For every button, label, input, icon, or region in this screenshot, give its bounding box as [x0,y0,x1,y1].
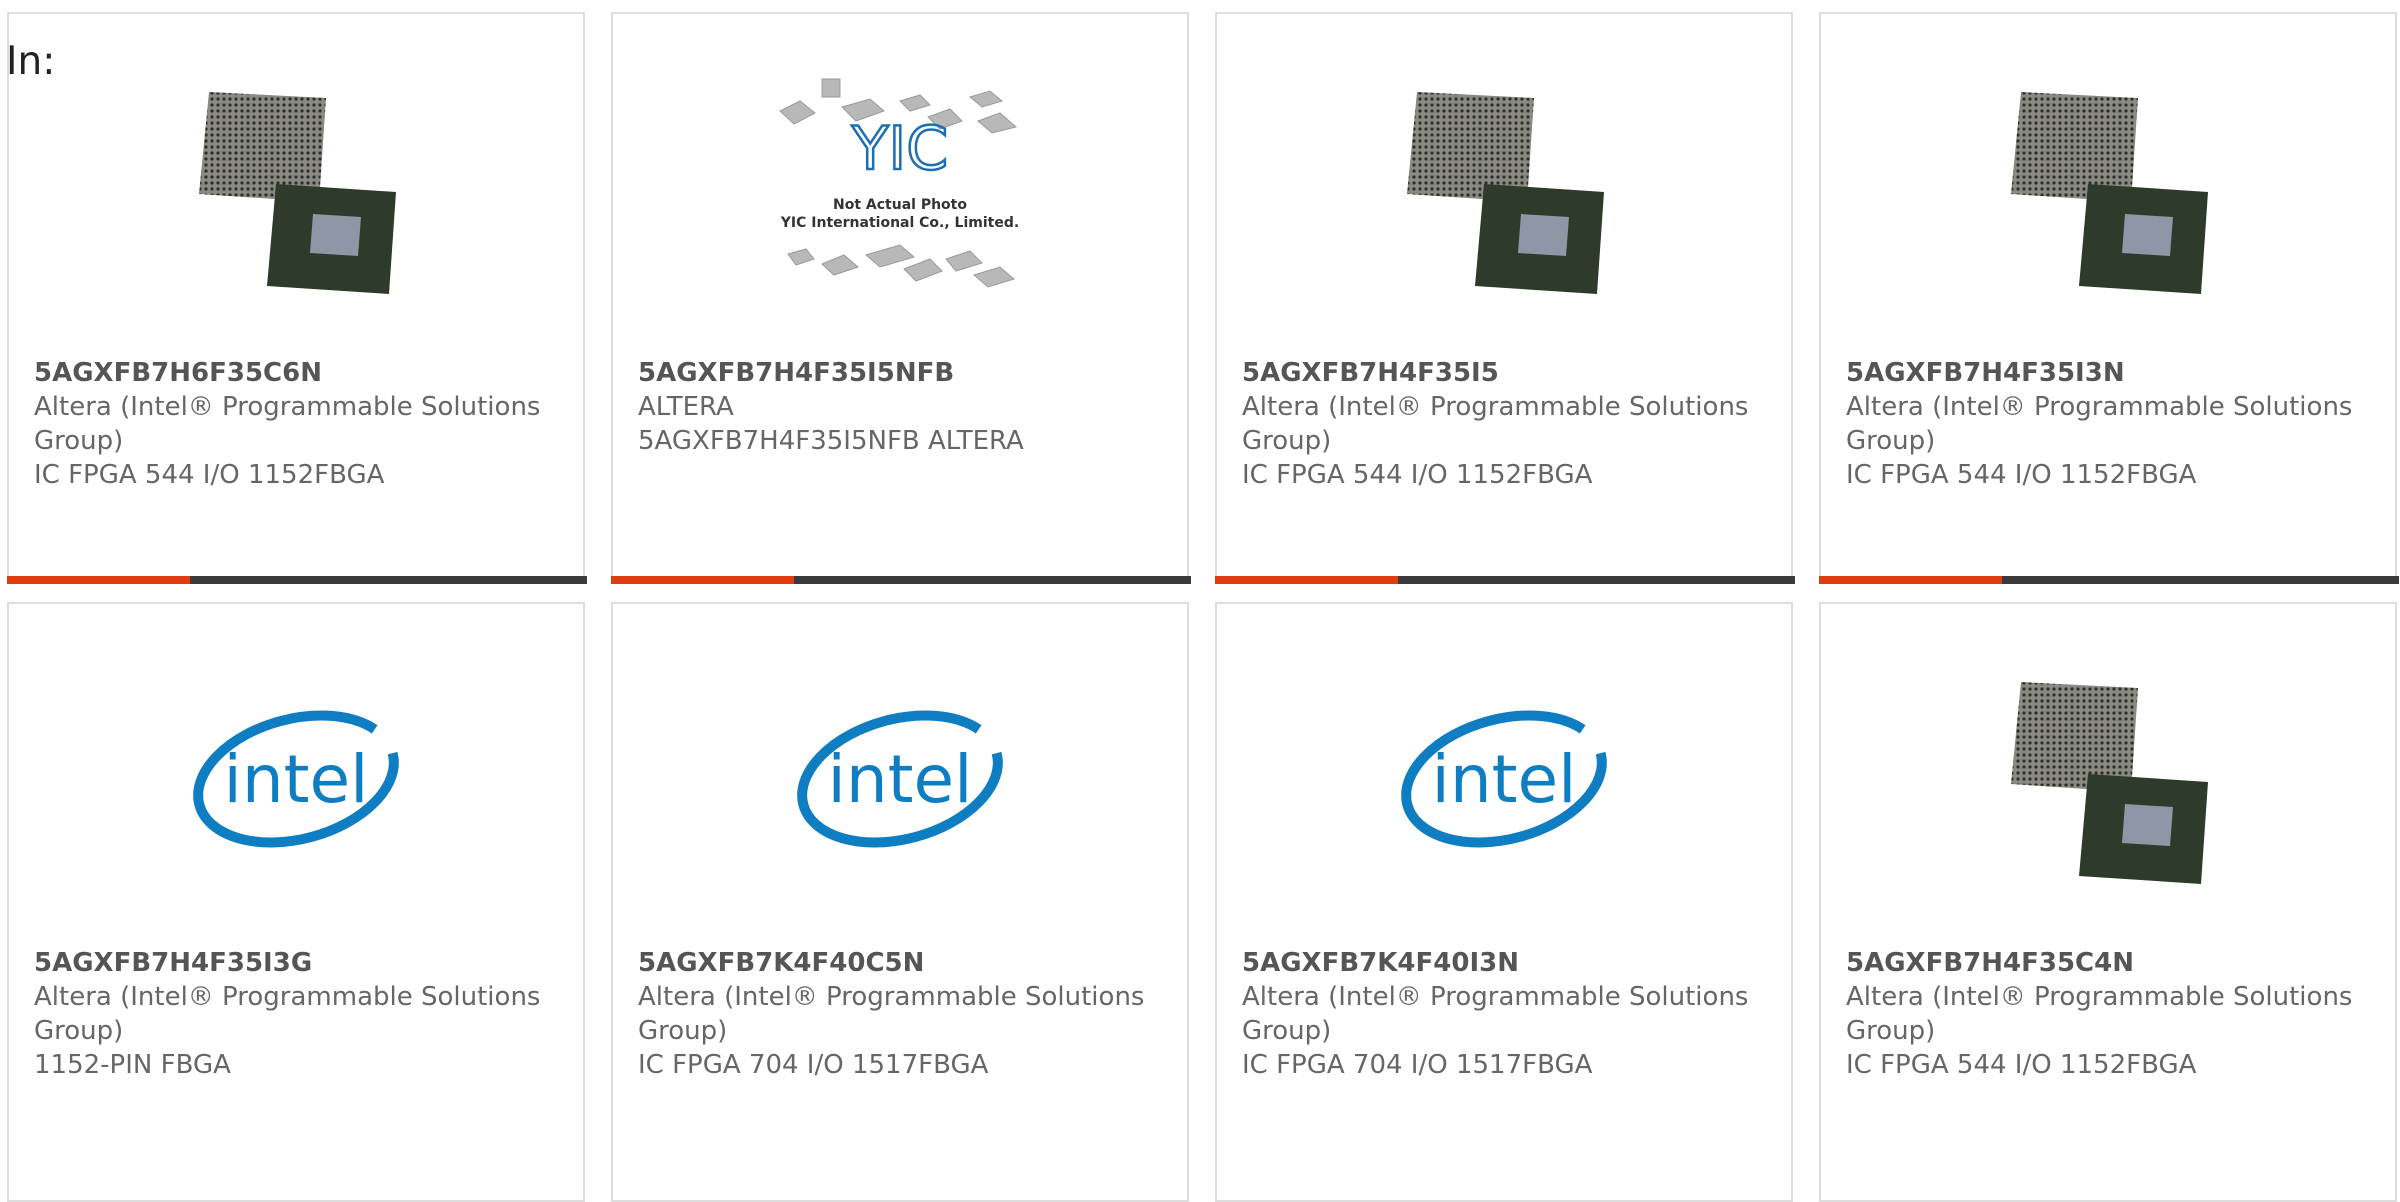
part-number[interactable]: 5AGXFB7K4F40C5N [638,946,1158,980]
manufacturer: Altera (Intel® Programmable Solutions Gr… [1846,982,2353,1046]
part-number[interactable]: 5AGXFB7H4F35I3G [34,946,554,980]
bga-chip-icon [1407,92,1604,294]
image-caption-line2: YIC International Co., Limited. [780,215,1019,231]
product-card[interactable]: 5AGXFB7H4F35I3N Altera (Intel® Programma… [1819,12,2399,584]
part-number[interactable]: 5AGXFB7H4F35I5NFB [638,356,1158,390]
card-bar [1819,576,2399,584]
in-label: In: [6,39,56,84]
description: 1152-PIN FBGA [34,1050,231,1080]
product-card[interactable]: 5AGXFB7H6F35C6N Altera (Intel® Programma… [7,12,587,584]
product-card[interactable]: 5AGXFB7H4F35C4N Altera (Intel® Programma… [1819,602,2397,1202]
product-card[interactable]: intel 5AGXFB7K4F40C5N Altera (Intel® Pro… [611,602,1189,1202]
manufacturer: Altera (Intel® Programmable Solutions Gr… [1242,392,1749,456]
part-number[interactable]: 5AGXFB7H4F35I3N [1846,356,2366,390]
product-card[interactable]: intel 5AGXFB7H4F35I3G Altera (Intel® Pro… [7,602,585,1202]
part-number[interactable]: 5AGXFB7K4F40I3N [1242,946,1762,980]
product-card[interactable]: YIC Not Actual Photo YIC International C… [611,12,1191,584]
product-image[interactable]: intel [9,664,583,894]
card-bar-accent [1215,576,1398,584]
intel-logo-text: intel [224,741,369,818]
yic-logo: YIC [851,114,948,184]
manufacturer: ALTERA [638,392,734,422]
card-bar [611,576,1191,584]
description: IC FPGA 544 I/O 1152FBGA [1242,460,1593,490]
part-number[interactable]: 5AGXFB7H6F35C6N [34,356,554,390]
intel-logo-icon: intel [1401,710,1607,848]
bga-chip-icon [199,92,396,294]
product-image[interactable] [9,74,583,304]
product-image[interactable] [1217,74,1791,304]
manufacturer: Altera (Intel® Programmable Solutions Gr… [638,982,1145,1046]
description: IC FPGA 704 I/O 1517FBGA [1242,1050,1593,1080]
product-image[interactable]: intel [1217,664,1791,894]
yic-placeholder-icon: YIC Not Actual Photo YIC International C… [779,78,1019,288]
bga-chip-icon [2011,92,2208,294]
intel-logo-text: intel [1432,741,1577,818]
intel-logo-icon: intel [193,710,399,848]
part-number[interactable]: 5AGXFB7H4F35C4N [1846,946,2366,980]
product-image[interactable]: YIC Not Actual Photo YIC International C… [613,74,1187,304]
product-image[interactable] [1821,74,2395,304]
part-number[interactable]: 5AGXFB7H4F35I5 [1242,356,1762,390]
image-caption-line1: Not Actual Photo [833,197,967,213]
description: IC FPGA 704 I/O 1517FBGA [638,1050,989,1080]
manufacturer: Altera (Intel® Programmable Solutions Gr… [34,982,541,1046]
description: IC FPGA 544 I/O 1152FBGA [34,460,385,490]
manufacturer: Altera (Intel® Programmable Solutions Gr… [34,392,541,456]
intel-logo-text: intel [828,741,973,818]
intel-logo-icon: intel [797,710,1003,848]
product-card[interactable]: intel 5AGXFB7K4F40I3N Altera (Intel® Pro… [1215,602,1793,1202]
manufacturer: Altera (Intel® Programmable Solutions Gr… [1846,392,2353,456]
manufacturer: Altera (Intel® Programmable Solutions Gr… [1242,982,1749,1046]
description: IC FPGA 544 I/O 1152FBGA [1846,1050,2197,1080]
product-image[interactable]: intel [613,664,1187,894]
card-bar-accent [611,576,794,584]
card-bar-accent [7,576,190,584]
product-image[interactable] [1821,664,2395,894]
card-bar [1215,576,1795,584]
description: IC FPGA 544 I/O 1152FBGA [1846,460,2197,490]
card-bar [7,576,587,584]
description: 5AGXFB7H4F35I5NFB ALTERA [638,426,1024,456]
card-bar-accent [1819,576,2002,584]
product-card[interactable]: 5AGXFB7H4F35I5 Altera (Intel® Programmab… [1215,12,1795,584]
bga-chip-icon [2011,682,2208,884]
